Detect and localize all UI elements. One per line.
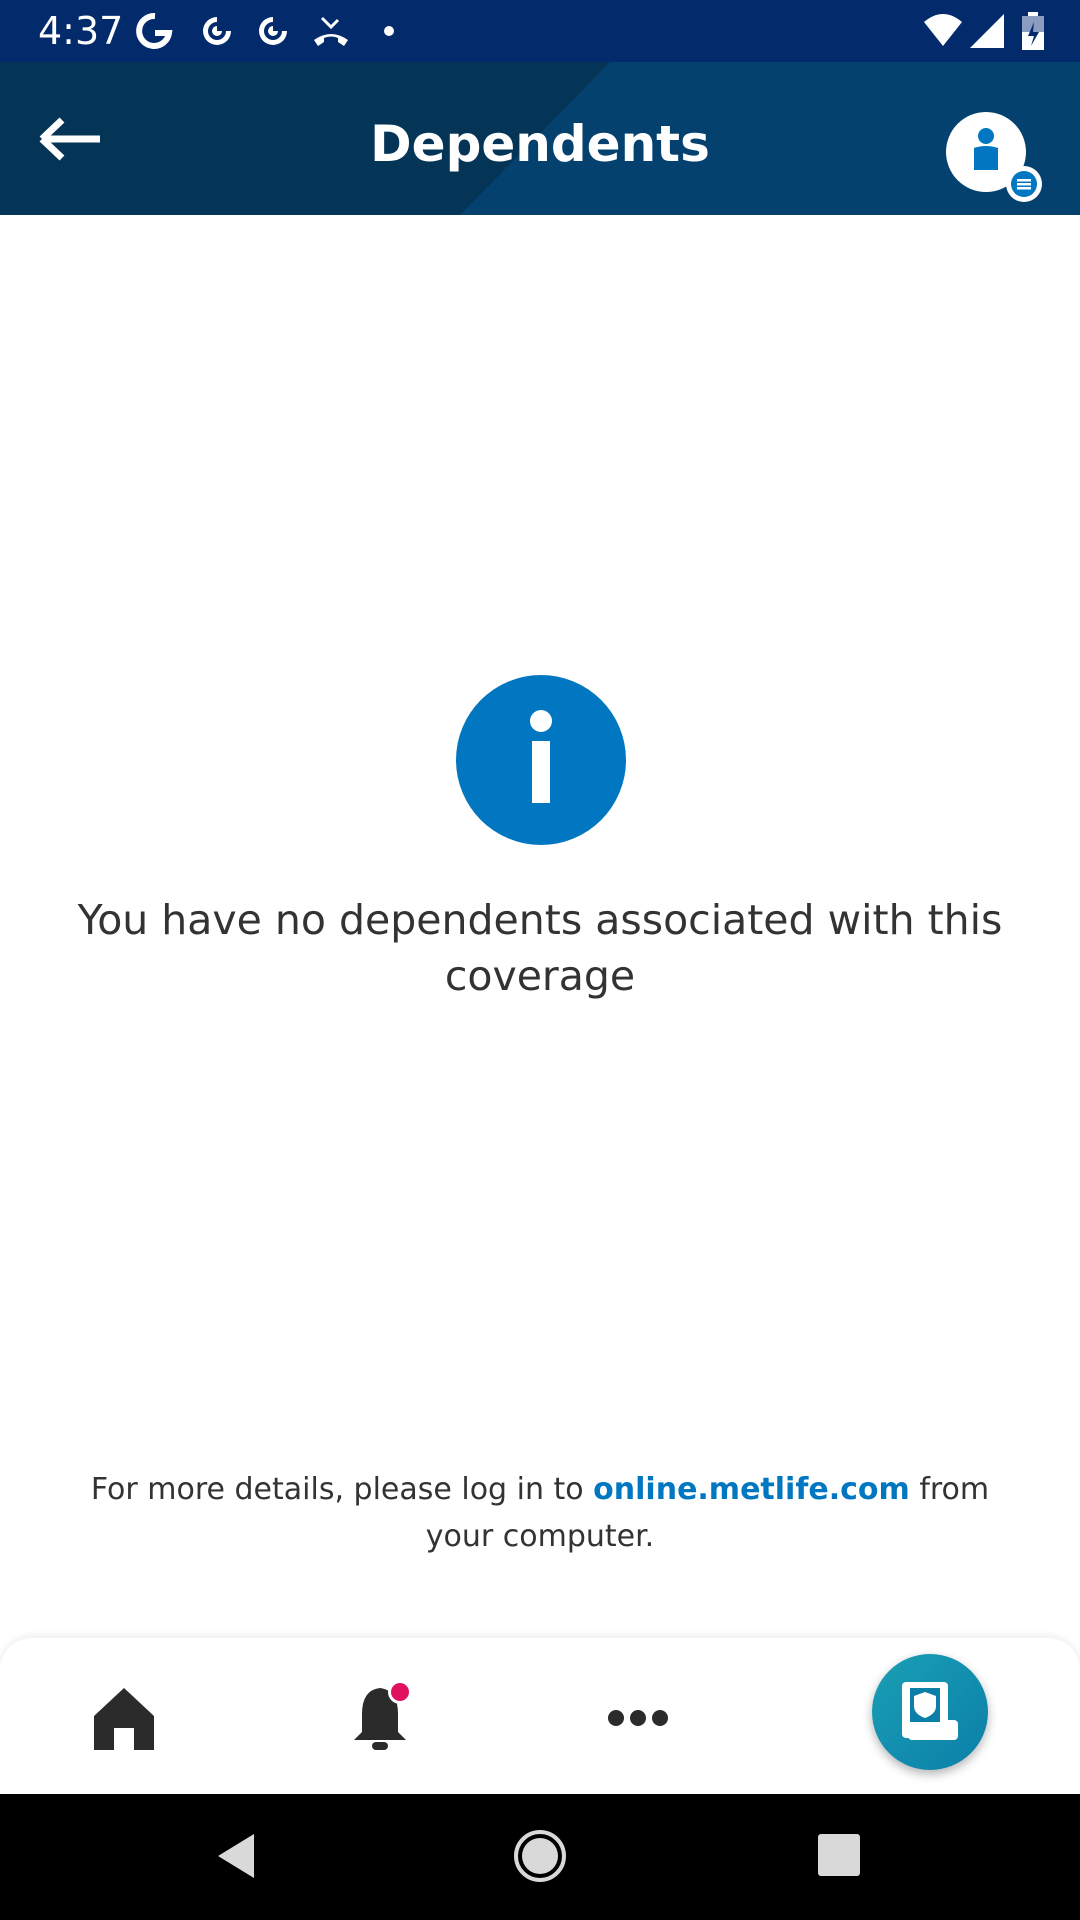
pocket-casts-icon: [203, 17, 231, 45]
pocket-casts-icon: [259, 17, 287, 45]
battery-icon: [1022, 12, 1044, 50]
missed-call-icon: [314, 16, 348, 46]
info-icon: [456, 675, 626, 845]
id-card-icon: [902, 1682, 958, 1740]
menu-icon: [1011, 171, 1037, 197]
metlife-link[interactable]: online.metlife.com: [593, 1472, 910, 1507]
home-icon[interactable]: [510, 1826, 570, 1886]
empty-state-message: You have no dependents associated with t…: [77, 896, 1003, 1000]
notifications-icon[interactable]: [340, 1678, 420, 1758]
signal-icon: [970, 14, 1004, 48]
google-icon: [136, 12, 173, 49]
profile-menu-badge[interactable]: [1006, 166, 1042, 202]
status-bar: 4:37: [0, 0, 1080, 62]
bottom-nav: [0, 1638, 1080, 1794]
details-note: For more details, please log in to onlin…: [80, 1466, 1000, 1560]
system-nav-bar: [0, 1794, 1080, 1920]
dot-icon: [384, 26, 394, 36]
back-icon[interactable]: [208, 1826, 268, 1886]
app-header: Dependents: [0, 62, 1080, 215]
more-icon[interactable]: [598, 1678, 678, 1758]
status-time: 4:37: [38, 9, 124, 53]
wifi-icon: [924, 14, 962, 46]
recents-icon[interactable]: [810, 1826, 870, 1886]
details-prefix: For more details, please log in to: [90, 1472, 594, 1507]
home-icon[interactable]: [84, 1678, 164, 1758]
page-title: Dependents: [370, 115, 710, 173]
id-card-button[interactable]: [872, 1654, 988, 1770]
